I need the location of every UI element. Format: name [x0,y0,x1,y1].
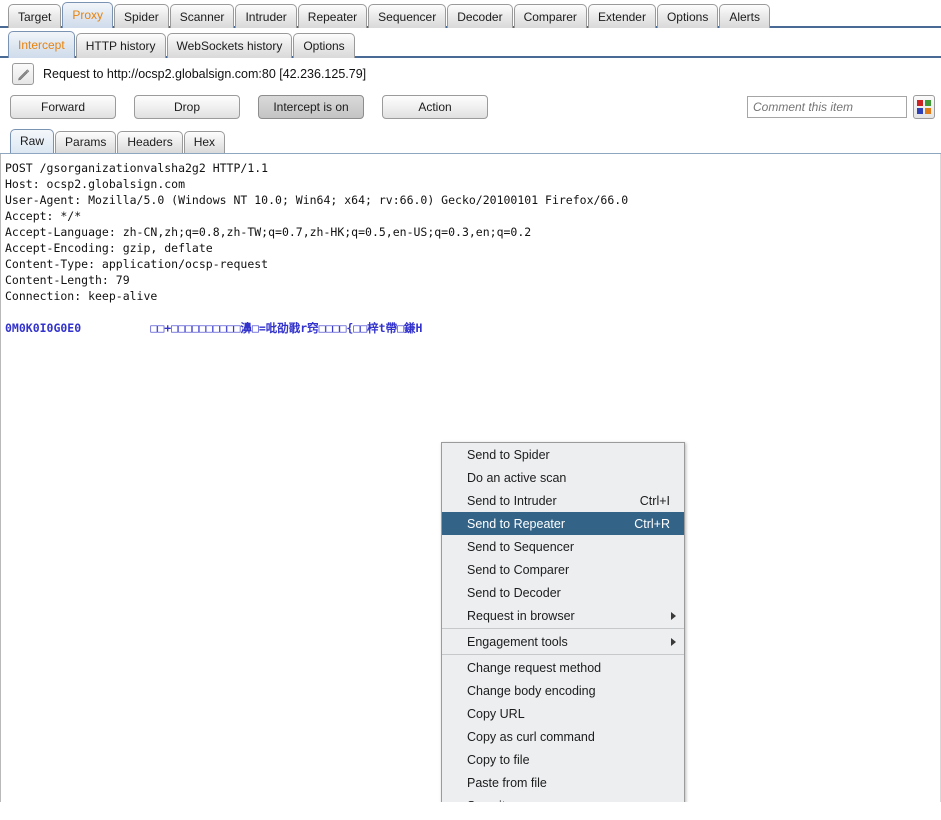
menu-separator [442,628,684,629]
request-header-line: Content-Type: application/ocsp-request [5,257,269,271]
forward-button[interactable]: Forward [10,95,116,119]
editor-tab-params[interactable]: Params [55,131,117,153]
menu-item-copy-as-curl-command[interactable]: Copy as curl command [442,725,684,748]
menu-item-send-to-sequencer[interactable]: Send to Sequencer [442,535,684,558]
proxy-sub-tab-intercept[interactable]: Intercept [8,31,75,58]
request-header-line: Host: ocsp2.globalsign.com [5,177,186,191]
menu-item-copy-url[interactable]: Copy URL [442,702,684,725]
request-header-line: POST /gsorganizationvalsha2g2 HTTP/1.1 [5,161,269,175]
context-menu[interactable]: Send to Spider Do an active scan Send to I… [441,442,685,802]
highlight-swatch-red [917,100,923,106]
menu-separator [442,654,684,655]
editor-tab-raw[interactable]: Raw [10,129,55,153]
editor-tab-headers[interactable]: Headers [117,131,183,153]
main-tab-target[interactable]: Target [8,4,62,28]
menu-item-do-an-active-scan[interactable]: Do an active scan [442,466,684,489]
proxy-sub-tab-http-history[interactable]: HTTP history [75,33,166,58]
menu-item-label: Send to Intruder [467,493,557,508]
proxy-sub-tab-websockets-history[interactable]: WebSockets history [166,33,293,58]
message-editor-tab-strip: Raw Params Headers Hex [0,128,941,154]
main-tab-intruder[interactable]: Intruder [235,4,297,28]
menu-item-paste-from-file[interactable]: Paste from file [442,771,684,794]
request-header-line: Accept: */* [5,209,82,223]
pencil-icon[interactable] [12,63,34,85]
menu-item-label: Save item [467,799,676,803]
request-info-bar: Request to http://ocsp2.globalsign.com:8… [0,58,941,86]
main-tab-scanner[interactable]: Scanner [169,4,235,28]
main-tab-comparer[interactable]: Comparer [513,4,587,28]
menu-item-label: Send to Repeater [467,516,565,531]
proxy-action-bar: Forward Drop Intercept is on Action [0,90,941,124]
highlight-swatch-orange [925,108,931,114]
main-tab-repeater[interactable]: Repeater [297,4,368,28]
proxy-sub-tab-strip: Intercept HTTP history WebSockets history O… [0,28,941,58]
request-body-tail: 梓t帶□鎌H [367,321,423,335]
request-header-line: Accept-Language: zh-CN,zh;q=0.8,zh-TW;q=… [5,225,532,239]
editor-tab-hex[interactable]: Hex [183,131,226,153]
highlight-swatch-blue [917,108,923,114]
menu-item-change-body-encoding[interactable]: Change body encoding [442,679,684,702]
menu-item-save-item[interactable]: Save item [442,794,684,803]
request-body-binary: □□+□□□□□□□□□□濞□=吡劭戨r窍□□□□{□□ [81,321,368,335]
main-tab-strip: Target Proxy Spider Scanner Intruder Repeater… [0,0,941,28]
main-tab-proxy[interactable]: Proxy [62,2,114,28]
chevron-right-icon [671,637,676,646]
highlight-swatch-green [925,100,931,106]
raw-message-editor[interactable]: POST /gsorganizationvalsha2g2 HTTP/1.1 Ho… [0,154,941,802]
main-tab-alerts[interactable]: Alerts [719,4,771,28]
burp-suite-window: Target Proxy Spider Scanner Intruder Repeater… [0,0,941,820]
chevron-right-icon [671,611,676,620]
menu-item-label: Engagement tools [467,634,568,649]
menu-item-label: Request in browser [467,608,575,623]
menu-item-label: Send to Sequencer [467,539,575,554]
menu-item-engagement-tools[interactable]: Engagement tools [442,630,684,653]
menu-item-label: Change request method [467,660,602,675]
menu-item-send-to-decoder[interactable]: Send to Decoder [442,581,684,604]
request-body-prefix: 0M0K0I0G0E0 [5,321,82,335]
drop-button[interactable]: Drop [134,95,240,119]
menu-item-copy-to-file[interactable]: Copy to file [442,748,684,771]
menu-item-label: Change body encoding [467,683,596,698]
menu-item-shortcut: Ctrl+I [639,493,670,508]
menu-item-label: Copy to file [467,752,530,767]
menu-item-label: Copy as curl command [467,729,595,744]
main-tab-extender[interactable]: Extender [587,4,656,28]
request-header-line: User-Agent: Mozilla/5.0 (Windows NT 10.0… [5,193,629,207]
intercept-toggle-button[interactable]: Intercept is on [258,95,364,119]
menu-item-label: Copy URL [467,706,525,721]
page-title: Request to http://ocsp2.globalsign.com:8… [43,67,367,81]
menu-item-label: Send to Spider [467,447,550,462]
highlighter-color-grid-icon[interactable] [913,95,935,119]
menu-item-send-to-comparer[interactable]: Send to Comparer [442,558,684,581]
main-tab-spider[interactable]: Spider [114,4,169,28]
menu-item-change-request-method[interactable]: Change request method [442,656,684,679]
request-header-line: Accept-Encoding: gzip, deflate [5,241,213,255]
comment-area [747,95,935,119]
main-tab-options[interactable]: Options [656,4,719,28]
menu-item-label: Send to Decoder [467,585,561,600]
comment-input[interactable] [747,96,907,118]
menu-item-send-to-spider[interactable]: Send to Spider [442,443,684,466]
main-tab-decoder[interactable]: Decoder [447,4,513,28]
action-button[interactable]: Action [382,95,488,119]
request-header-line: Connection: keep-alive [5,289,158,303]
request-header-line: Content-Length: 79 [5,273,130,287]
menu-item-label: Send to Comparer [467,562,570,577]
menu-item-label: Do an active scan [467,470,567,485]
request-body-line: 0M0K0I0G0E0 □□+□□□□□□□□□□濞□=吡劭戨r窍□□□□{□□… [5,320,940,336]
proxy-sub-tab-options[interactable]: Options [293,33,355,58]
menu-item-send-to-repeater[interactable]: Send to Repeater Ctrl+R [442,512,684,535]
menu-item-label: Paste from file [467,775,547,790]
main-tab-sequencer[interactable]: Sequencer [368,4,447,28]
menu-item-request-in-browser[interactable]: Request in browser [442,604,684,627]
menu-item-shortcut: Ctrl+R [634,516,670,531]
menu-item-send-to-intruder[interactable]: Send to Intruder Ctrl+I [442,489,684,512]
request-text[interactable]: POST /gsorganizationvalsha2g2 HTTP/1.1 Ho… [1,154,940,336]
request-blank-line [5,304,940,320]
